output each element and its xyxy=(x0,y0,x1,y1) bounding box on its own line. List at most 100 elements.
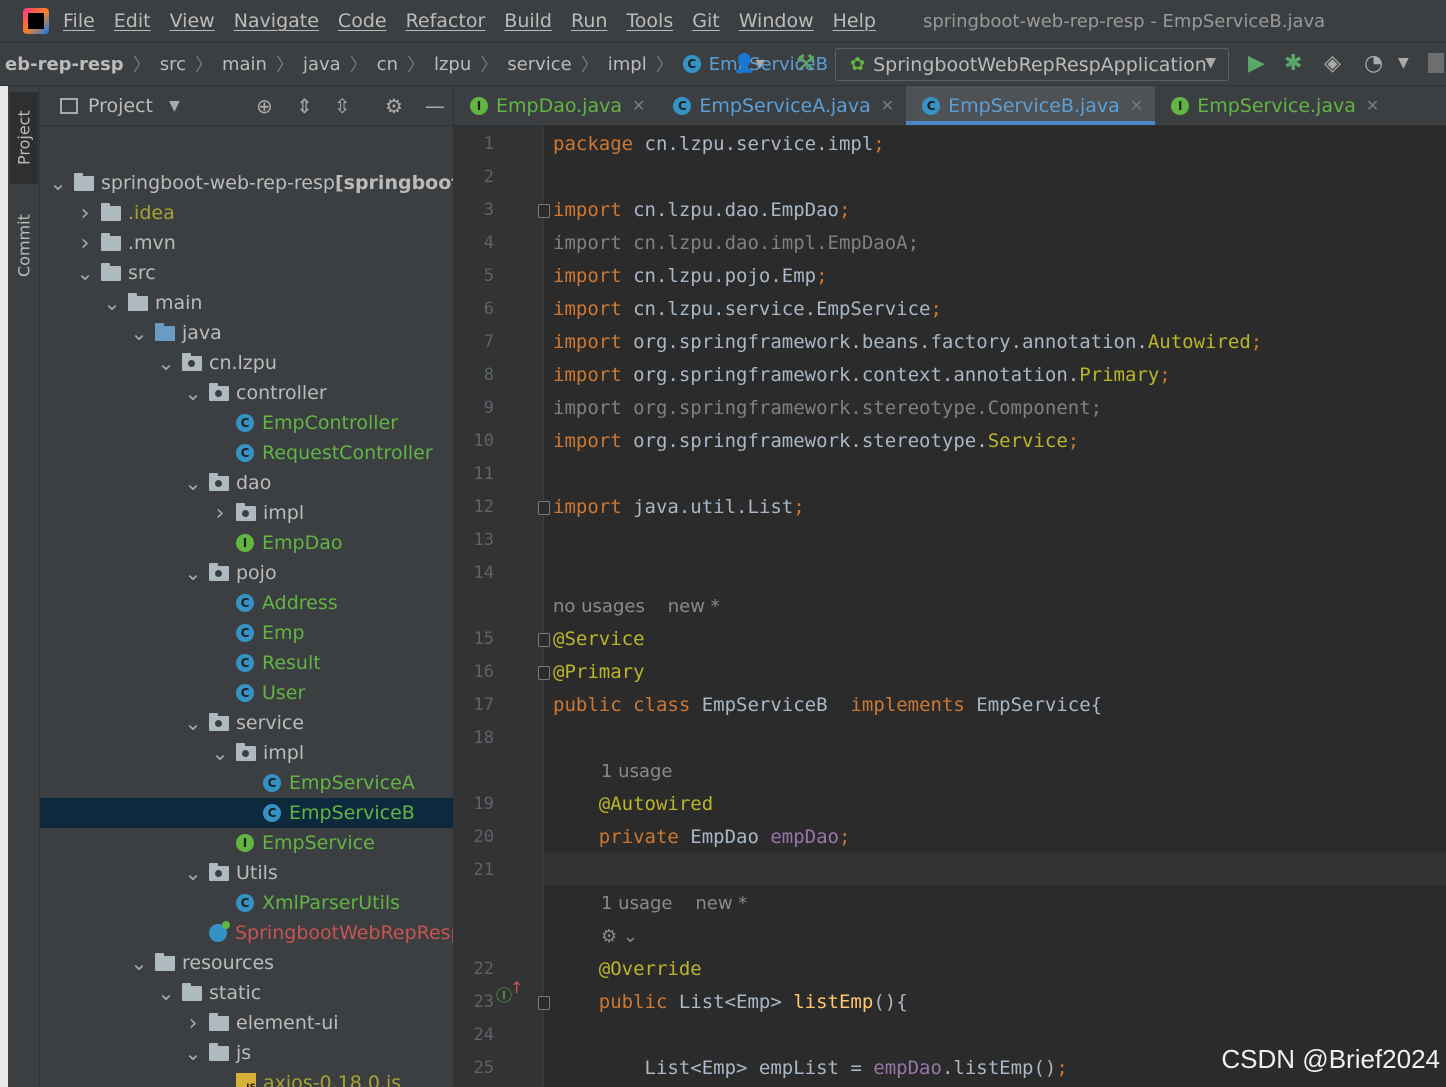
breadcrumb-service[interactable]: service xyxy=(507,54,571,75)
project-panel-title[interactable]: Project xyxy=(88,95,153,117)
menu-git[interactable]: Git xyxy=(692,10,719,32)
code-line[interactable]: import cn.lzpu.pojo.Emp; xyxy=(553,260,828,293)
tree-item[interactable]: C User xyxy=(40,678,453,708)
code-line[interactable]: @Primary xyxy=(553,656,645,689)
code-editor[interactable]: 1 2 3 4 5 6 7 8 9 10 11 12 13 14 15 16 17 18 19 20 21 22 23 24 2… xyxy=(454,126,1446,1087)
chevron-down-icon[interactable]: ⌄ xyxy=(183,1043,203,1063)
menu-run[interactable]: Run xyxy=(571,10,607,32)
menu-navigate[interactable]: Navigate xyxy=(234,10,319,32)
code-line[interactable]: package cn.lzpu.service.impl; xyxy=(553,128,885,161)
run-configuration-selector[interactable]: ✿ SpringbootWebRepRespApplication ▼ xyxy=(835,48,1229,81)
tree-item[interactable]: › .idea xyxy=(40,198,453,228)
tree-item[interactable]: I EmpDao xyxy=(40,528,453,558)
user-account-icon[interactable]: 👤▾ xyxy=(733,53,764,74)
coverage-shield-icon[interactable]: ◈ xyxy=(1324,51,1341,76)
settings-gear-icon[interactable]: ⚙ xyxy=(385,94,403,118)
debug-bug-icon[interactable]: ✱ xyxy=(1284,51,1302,76)
breadcrumb-src[interactable]: src xyxy=(160,54,186,75)
code-line[interactable]: import java.util.List; xyxy=(553,491,805,524)
chevron-down-icon[interactable]: ⌄ xyxy=(129,323,149,343)
menu-refactor[interactable]: Refactor xyxy=(406,10,486,32)
collapse-all-icon[interactable]: ⇳ xyxy=(334,94,351,118)
tree-item[interactable]: C XmlParserUtils xyxy=(40,888,453,918)
tree-item[interactable]: › .mvn xyxy=(40,228,453,258)
tree-item[interactable]: ⌄ pojo xyxy=(40,558,453,588)
locate-file-crosshair-icon[interactable]: ⊕ xyxy=(256,94,273,118)
chevron-down-icon[interactable]: ⌄ xyxy=(156,983,176,1003)
tree-item[interactable]: C Address xyxy=(40,588,453,618)
code-line[interactable]: public List<Emp> listEmp(){ xyxy=(553,986,908,1019)
editor-tab[interactable]: C EmpServiceA.java ✕ xyxy=(657,86,906,125)
code-line[interactable]: @Override xyxy=(553,953,702,986)
chevron-right-icon[interactable]: › xyxy=(183,1011,203,1036)
tree-item[interactable]: ⌄ impl xyxy=(40,738,453,768)
chevron-down-icon[interactable]: ⌄ xyxy=(48,173,68,193)
close-tab-icon[interactable]: ✕ xyxy=(881,96,894,115)
tree-item[interactable]: › impl xyxy=(40,498,453,528)
editor-tab[interactable]: I EmpDao.java ✕ xyxy=(454,86,657,125)
close-tab-icon[interactable]: ✕ xyxy=(632,96,645,115)
code-line[interactable]: import cn.lzpu.dao.EmpDao; xyxy=(553,194,850,227)
tree-item[interactable]: ⌄ src xyxy=(40,258,453,288)
menu-window[interactable]: Window xyxy=(739,10,814,32)
chevron-right-icon[interactable]: › xyxy=(75,231,95,256)
tree-item[interactable]: ⌄ static xyxy=(40,978,453,1008)
menu-tools[interactable]: Tools xyxy=(626,10,673,32)
more-actions-chevron-icon[interactable]: ▼ xyxy=(1398,55,1409,71)
expand-all-icon[interactable]: ⇕ xyxy=(296,94,313,118)
tool-tab-commit[interactable]: Commit xyxy=(10,200,38,292)
tree-item[interactable]: SpringbootWebRepResp xyxy=(40,918,453,948)
tree-item[interactable]: C Emp xyxy=(40,618,453,648)
chevron-down-icon[interactable]: ⌄ xyxy=(183,563,203,583)
menu-view[interactable]: View xyxy=(170,10,215,32)
chevron-down-icon[interactable]: ⌄ xyxy=(183,473,203,493)
hide-panel-minus-icon[interactable]: — xyxy=(425,94,445,118)
code-fold-icon[interactable] xyxy=(538,501,550,515)
tree-item[interactable]: ⌄ resources xyxy=(40,948,453,978)
tree-item[interactable]: C EmpServiceA xyxy=(40,768,453,798)
close-tab-icon[interactable]: ✕ xyxy=(1130,96,1143,115)
code-line[interactable]: @Service xyxy=(553,623,645,656)
menu-edit[interactable]: Edit xyxy=(114,10,151,32)
code-line[interactable]: import cn.lzpu.dao.impl.EmpDaoA; xyxy=(553,227,919,260)
tree-item[interactable]: ⌄ Utils xyxy=(40,858,453,888)
code-fold-icon[interactable] xyxy=(538,204,550,218)
code-fold-icon[interactable] xyxy=(538,666,550,680)
menu-code[interactable]: Code xyxy=(338,10,387,32)
menu-build[interactable]: Build xyxy=(504,10,552,32)
inlay-usage-hint[interactable]: ⚙ ⌄ xyxy=(601,920,638,953)
code-line[interactable]: import org.springframework.stereotype.Co… xyxy=(553,392,1102,425)
tree-item[interactable]: C EmpController xyxy=(40,408,453,438)
tree-item[interactable]: ⌄ dao xyxy=(40,468,453,498)
chevron-down-icon[interactable]: ⌄ xyxy=(183,383,203,403)
breadcrumb-impl[interactable]: impl xyxy=(608,54,647,75)
profiler-icon[interactable]: ◔ xyxy=(1364,51,1383,76)
tool-tab-project[interactable]: Project xyxy=(10,92,38,184)
tree-item[interactable]: JS axios-0.18.0.js xyxy=(40,1068,453,1087)
tree-item[interactable]: ⌄ cn.lzpu xyxy=(40,348,453,378)
code-line[interactable]: import org.springframework.context.annot… xyxy=(553,359,1171,392)
intellij-logo-icon[interactable] xyxy=(23,8,49,34)
tree-item[interactable]: › element-ui xyxy=(40,1008,453,1038)
close-tab-icon[interactable]: ✕ xyxy=(1366,96,1379,115)
chevron-down-icon[interactable]: ⌄ xyxy=(156,353,176,373)
menu-file[interactable]: File xyxy=(63,10,95,32)
editor-gutter[interactable]: 1 2 3 4 5 6 7 8 9 10 11 12 13 14 15 16 17 18 19 20 21 22 23 24 2… xyxy=(454,126,550,1087)
chevron-down-icon[interactable]: ⌄ xyxy=(75,263,95,283)
chevron-right-icon[interactable]: › xyxy=(75,201,95,226)
breadcrumb-main[interactable]: main xyxy=(222,54,267,75)
breadcrumb-java[interactable]: java xyxy=(303,54,341,75)
tree-item[interactable]: ⌄ java xyxy=(40,318,453,348)
editor-tab[interactable]: I EmpService.java ✕ xyxy=(1155,86,1391,125)
menu-help[interactable]: Help xyxy=(833,10,876,32)
code-line[interactable]: List<Emp> empList = empDao.listEmp(); xyxy=(553,1052,1068,1085)
code-line[interactable]: import org.springframework.stereotype.Se… xyxy=(553,425,1079,458)
chevron-down-icon[interactable]: ⌄ xyxy=(210,743,230,763)
inlay-usage-hint[interactable]: no usages new * xyxy=(553,590,720,623)
tree-item[interactable]: ⌄ js xyxy=(40,1038,453,1068)
breadcrumb-lzpu[interactable]: lzpu xyxy=(434,54,471,75)
code-line[interactable]: @Autowired xyxy=(553,788,713,821)
chevron-right-icon[interactable]: › xyxy=(210,501,230,526)
tree-item[interactable]: ⌄ service xyxy=(40,708,453,738)
tree-item[interactable]: I EmpService xyxy=(40,828,453,858)
